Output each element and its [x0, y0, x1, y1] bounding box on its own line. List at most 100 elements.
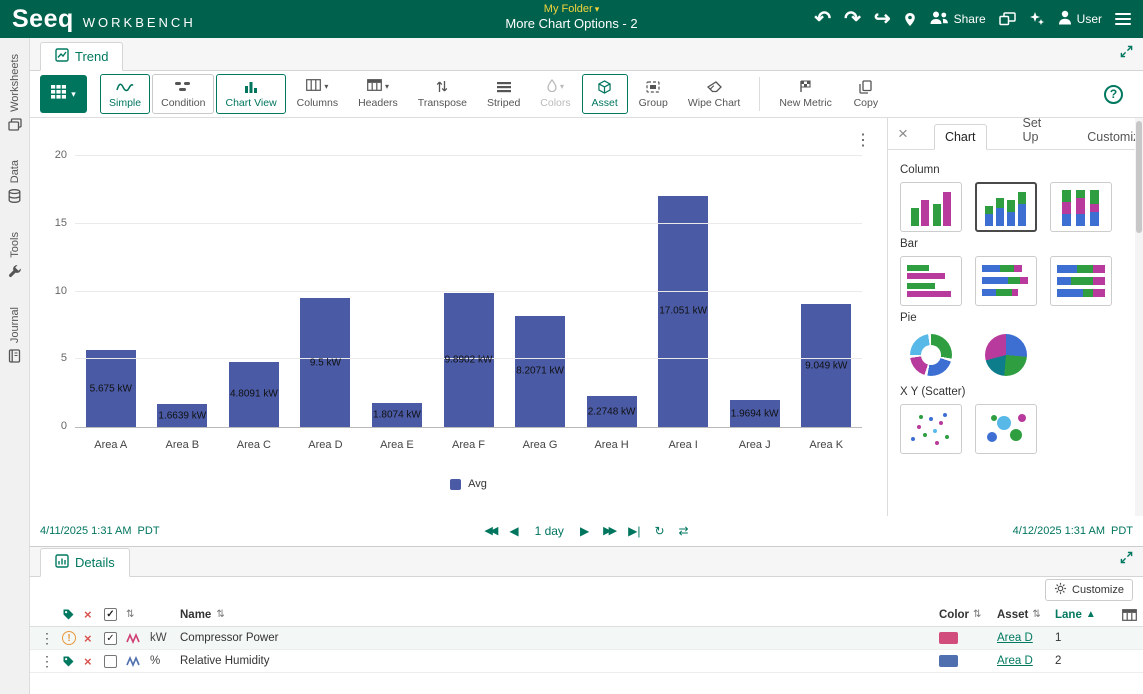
thumb-column-stacked-selected[interactable] [975, 182, 1037, 232]
add-column-icon[interactable] [1099, 609, 1137, 621]
row-menu-kebab-icon[interactable]: ⋮ [40, 653, 62, 670]
customize-button[interactable]: Customize [1045, 579, 1133, 601]
striped-button[interactable]: Striped [478, 74, 529, 114]
bar-area-d[interactable]: 9.5 kW [300, 298, 350, 427]
tag-icon[interactable] [62, 608, 84, 621]
column-header-color[interactable]: Color⇅ [939, 609, 997, 621]
tab-trend[interactable]: Trend [40, 42, 123, 71]
bar-area-i[interactable]: 17.051 kW [658, 196, 708, 427]
step-to-now-icon[interactable]: ▶| [628, 525, 640, 537]
bar-area-g[interactable]: 8.2071 kW [515, 316, 565, 427]
expand-trend-icon[interactable] [1120, 45, 1133, 63]
close-panel-icon[interactable]: × [898, 124, 908, 144]
seeq-logo[interactable]: Seeq [12, 5, 74, 34]
sidebar-item-tools[interactable]: Tools [8, 232, 22, 283]
thumb-pie[interactable] [975, 330, 1037, 380]
new-metric-button[interactable]: New Metric [770, 74, 841, 114]
forward-icon[interactable]: ↪ [874, 9, 891, 29]
redo-icon[interactable]: ↷ [844, 9, 861, 29]
user-menu[interactable]: User [1058, 10, 1102, 28]
details-row[interactable]: ⋮!×✓kWCompressor PowerArea D1 [30, 627, 1143, 650]
color-swatch[interactable] [939, 655, 997, 667]
thumb-bar-grouped[interactable] [900, 256, 962, 306]
item-name[interactable]: Relative Humidity [180, 655, 939, 667]
bar-area-k[interactable]: 9.049 kW [801, 304, 851, 427]
row-checkbox[interactable]: ✓ [104, 632, 126, 645]
scrollbar-thumb[interactable] [1136, 121, 1142, 233]
condition-button[interactable]: Condition [152, 74, 214, 114]
windows-icon[interactable] [999, 12, 1016, 26]
step-forward-icon[interactable]: ▶ [580, 525, 589, 537]
bar-area-b[interactable]: 1.6639 kW [157, 404, 207, 427]
item-name[interactable]: Compressor Power [180, 632, 939, 644]
tab-details[interactable]: Details [40, 548, 130, 577]
step-back-icon[interactable]: ◀ [509, 525, 518, 537]
bar-area-h[interactable]: 2.2748 kW [587, 396, 637, 427]
remove-all-icon[interactable]: × [84, 607, 104, 622]
sidebar-item-data[interactable]: Data [8, 160, 21, 208]
sort-items-icon[interactable]: ⇅ [126, 609, 150, 620]
color-swatch[interactable] [939, 632, 997, 644]
sidebar-item-journal[interactable]: Journal [8, 307, 21, 368]
range-end[interactable]: 4/12/2025 1:31 AMPDT [1013, 525, 1133, 537]
bar-area-j[interactable]: 1.9694 kW [730, 400, 780, 427]
row-menu-kebab-icon[interactable]: ⋮ [40, 630, 62, 647]
share-button[interactable]: Share [929, 10, 986, 28]
panel-tab-customize[interactable]: Customize [1077, 125, 1143, 149]
auto-update-icon[interactable]: ⇄ [679, 525, 689, 537]
column-header-name[interactable]: Name⇅ [180, 609, 939, 621]
location-pin-icon[interactable] [904, 12, 916, 27]
sparkle-icon[interactable] [1029, 11, 1045, 27]
select-all-checkbox[interactable]: ✓ [104, 608, 126, 621]
headers-button[interactable]: ▾ Headers [349, 74, 407, 114]
y-axis-tick: 5 [39, 352, 67, 364]
copy-button[interactable]: Copy [843, 74, 889, 114]
thumb-bar-stacked[interactable] [975, 256, 1037, 306]
row-checkbox[interactable] [104, 655, 126, 668]
panel-tab-set-up[interactable]: Set Up [1013, 118, 1052, 149]
details-row[interactable]: ⋮×%Relative HumidityArea D2 [30, 650, 1143, 673]
bar-area-c[interactable]: 4.8091 kW [229, 362, 279, 427]
table-view-dropdown[interactable]: ▾ [40, 75, 87, 113]
group-button[interactable]: Group [630, 74, 677, 114]
remove-icon[interactable]: × [84, 631, 104, 646]
columns-button[interactable]: ▾ Columns [288, 74, 347, 114]
bar-area-f[interactable]: 9.8902 kW [444, 293, 494, 427]
asset-button[interactable]: Asset [582, 74, 628, 114]
step-back-half-icon[interactable]: ◀◀ [484, 526, 495, 537]
sidebar-item-worksheets[interactable]: Worksheets [8, 54, 22, 136]
breadcrumb-folder-link[interactable]: My Folder▾ [505, 3, 637, 15]
simple-button[interactable]: Simple [100, 74, 150, 114]
thumb-column-grouped[interactable] [900, 182, 962, 232]
range-start[interactable]: 4/11/2025 1:31 AMPDT [40, 525, 160, 537]
step-forward-half-icon[interactable]: ▶▶ [603, 526, 614, 537]
bar-slot: 1.8074 kWArea E [361, 156, 433, 427]
thumb-pie-donut[interactable] [900, 330, 962, 380]
expand-details-icon[interactable] [1120, 551, 1133, 569]
colors-button[interactable]: ▾ Colors [531, 74, 579, 114]
duration-label[interactable]: 1 day [535, 524, 564, 538]
chart-view-button[interactable]: Chart View [216, 74, 285, 114]
thumb-scatter[interactable] [900, 404, 962, 454]
bar-area-a[interactable]: 5.675 kW [86, 350, 136, 427]
asset-link[interactable]: Area D [997, 655, 1055, 667]
column-header-lane[interactable]: Lane▲ [1055, 609, 1099, 621]
transpose-button[interactable]: Transpose [409, 74, 476, 114]
tag-icon[interactable] [62, 655, 84, 668]
thumb-bar-stacked-100[interactable] [1050, 256, 1112, 306]
undo-icon[interactable]: ↶ [814, 9, 831, 29]
thumb-scatter-bubble[interactable] [975, 404, 1037, 454]
asset-link[interactable]: Area D [997, 632, 1055, 644]
column-header-asset[interactable]: Asset⇅ [997, 609, 1055, 621]
warning-icon[interactable]: ! [62, 631, 84, 645]
panel-scrollbar[interactable] [1135, 118, 1143, 516]
thumb-column-stacked-100[interactable] [1050, 182, 1112, 232]
remove-icon[interactable]: × [84, 654, 104, 669]
wipe-chart-button[interactable]: Wipe Chart [679, 74, 750, 114]
help-icon[interactable]: ? [1104, 85, 1123, 104]
panel-tab-chart[interactable]: Chart [934, 124, 987, 150]
hamburger-menu-icon[interactable] [1115, 13, 1131, 25]
bar-area-e[interactable]: 1.8074 kW [372, 403, 422, 427]
chart-menu-kebab-icon[interactable]: ⋮ [855, 130, 871, 150]
refresh-icon[interactable]: ↻ [654, 525, 664, 537]
